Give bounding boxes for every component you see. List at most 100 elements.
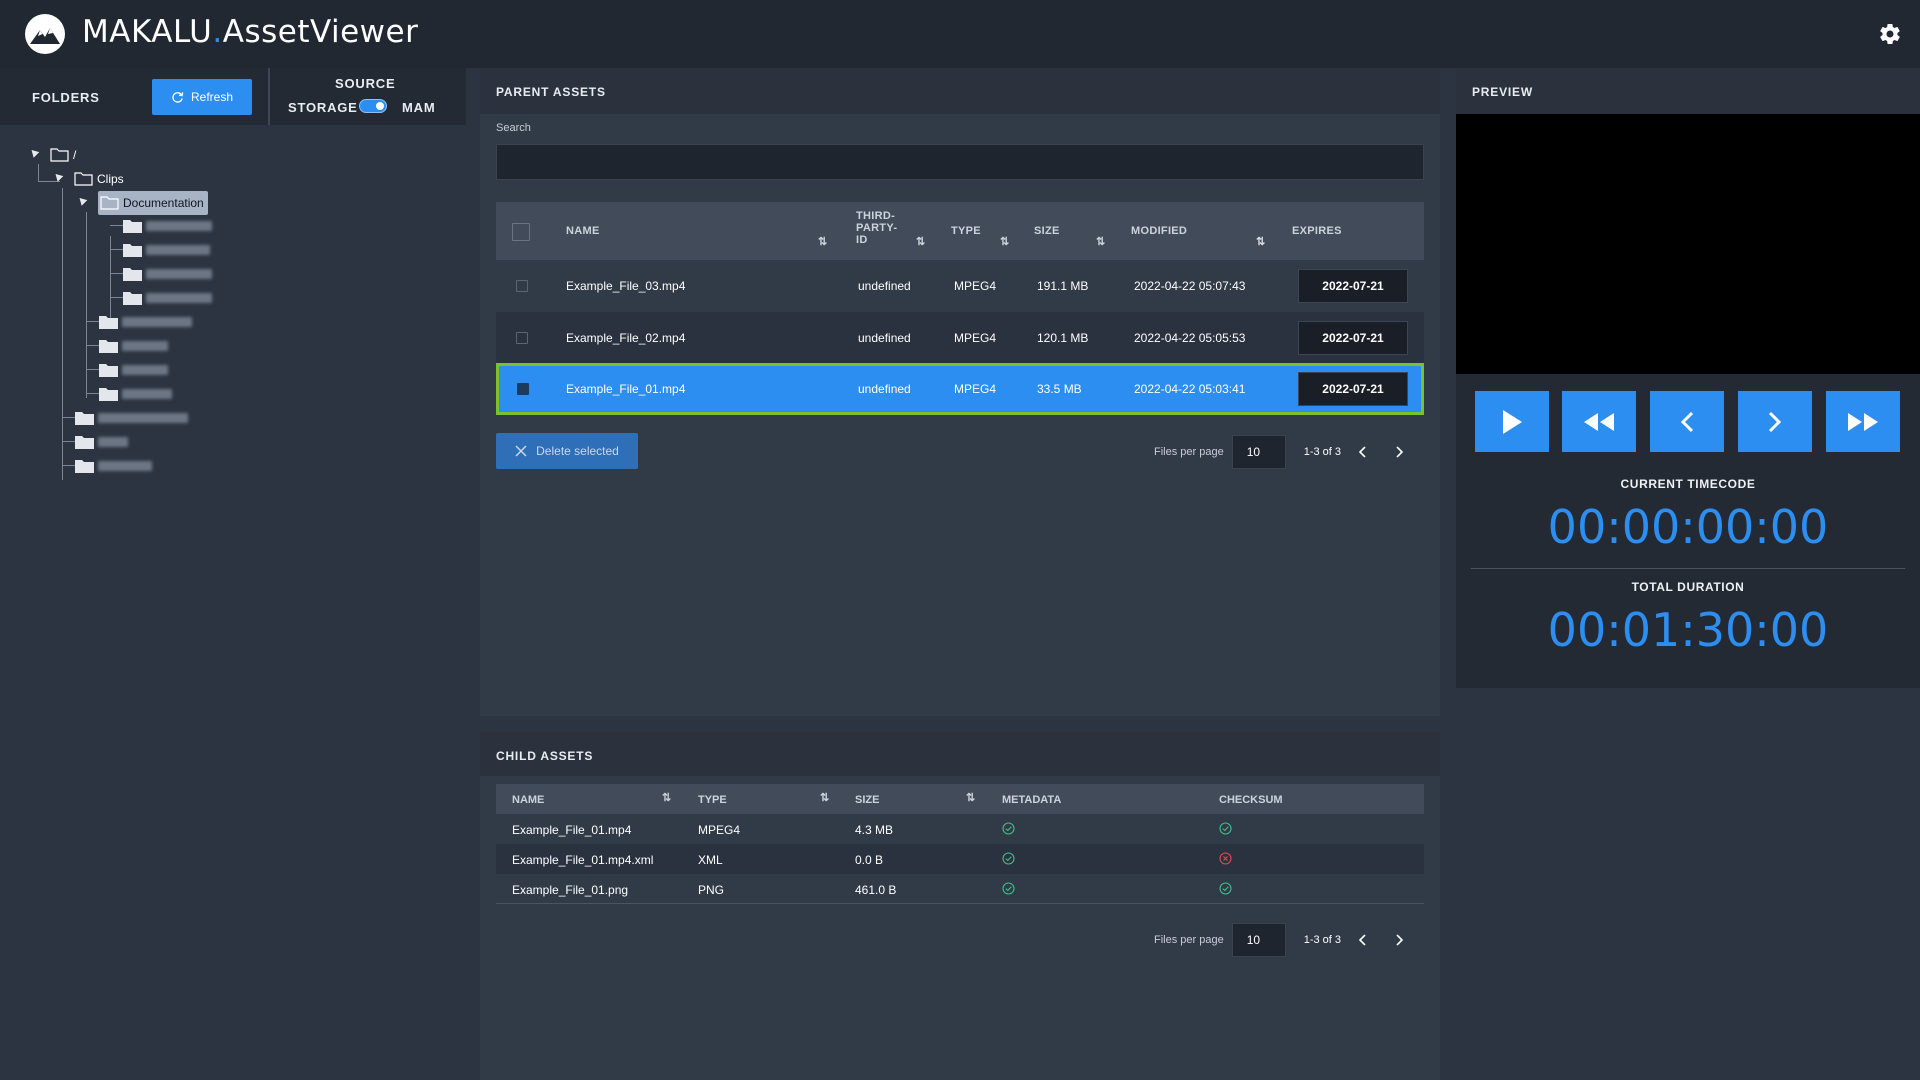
- page-range: 1-3 of 3: [1303, 446, 1342, 458]
- blurred-folder-name: [146, 245, 210, 255]
- expand-documentation-icon[interactable]: [76, 195, 88, 206]
- step-back-icon: [1680, 411, 1694, 432]
- source-toggle[interactable]: [359, 99, 387, 113]
- tree-node-folder[interactable]: [123, 265, 212, 283]
- col-size[interactable]: SIZE: [855, 794, 879, 806]
- tree-node-clips[interactable]: Clips: [74, 170, 124, 188]
- play-icon: [1503, 409, 1522, 434]
- metadata-ok-icon: [1002, 852, 1015, 865]
- tree-node-folder[interactable]: [99, 361, 168, 379]
- cell-third-party: undefined: [858, 331, 911, 345]
- child-row[interactable]: Example_File_01.mp4.xml XML 0.0 B: [496, 844, 1424, 874]
- fast-forward-button[interactable]: [1826, 391, 1900, 452]
- cell-name: Example_File_03.mp4: [566, 279, 686, 293]
- prev-page-icon[interactable]: [1357, 934, 1369, 946]
- col-name[interactable]: NAME: [566, 225, 600, 237]
- child-row[interactable]: Example_File_01.png PNG 461.0 B: [496, 874, 1424, 904]
- tree-line: [38, 164, 39, 182]
- next-page-icon[interactable]: [1393, 934, 1405, 946]
- cell-name: Example_File_01.png: [512, 883, 629, 897]
- tree-node-folder[interactable]: [99, 313, 192, 331]
- cell-modified: 2022-04-22 05:07:43: [1134, 279, 1246, 293]
- row-checkbox[interactable]: [517, 383, 529, 395]
- files-per-page-label: Files per page: [1154, 446, 1224, 458]
- tree-node-folder[interactable]: [99, 337, 168, 355]
- table-row-selected[interactable]: Example_File_01.mp4 undefined MPEG4 33.5…: [496, 363, 1424, 415]
- cell-type: MPEG4: [954, 382, 997, 396]
- tree-line: [110, 225, 123, 226]
- col-size[interactable]: SIZE: [1034, 225, 1060, 237]
- col-type[interactable]: TYPE: [698, 794, 727, 806]
- blurred-folder-name: [98, 461, 152, 471]
- search-input[interactable]: [496, 144, 1424, 180]
- storage-label: STORAGE: [288, 100, 358, 115]
- blurred-folder-name: [98, 413, 188, 423]
- tree-line: [110, 297, 123, 298]
- prev-page-icon[interactable]: [1357, 446, 1369, 458]
- col-modified[interactable]: MODIFIED: [1131, 225, 1187, 237]
- table-row[interactable]: Example_File_03.mp4 undefined MPEG4 191.…: [496, 260, 1424, 312]
- video-player[interactable]: [1456, 114, 1920, 374]
- select-all-checkbox[interactable]: [512, 223, 530, 241]
- tree-node-folder[interactable]: [75, 433, 128, 451]
- delete-selected-button[interactable]: Delete selected: [496, 433, 638, 469]
- files-per-page-input[interactable]: 10: [1231, 435, 1286, 469]
- expires-date-field[interactable]: 2022-07-21: [1298, 269, 1408, 303]
- total-duration: 00:01:30:00: [1547, 603, 1829, 657]
- expand-root-icon[interactable]: [28, 147, 40, 158]
- refresh-button[interactable]: Refresh: [152, 79, 252, 115]
- col-expires[interactable]: EXPIRES: [1292, 225, 1342, 237]
- folder-open-icon: [74, 172, 93, 186]
- folder-icon: [75, 412, 94, 425]
- col-name[interactable]: NAME: [512, 794, 544, 806]
- sort-name-icon[interactable]: ⇅: [662, 791, 671, 804]
- files-per-page-input[interactable]: 10: [1231, 923, 1286, 957]
- tree-node-folder[interactable]: [75, 409, 188, 427]
- expires-date-field[interactable]: 2022-07-21: [1298, 321, 1408, 355]
- tree-node-label: Documentation: [123, 196, 204, 210]
- child-assets-title: CHILD ASSETS: [496, 749, 594, 763]
- cell-name: Example_File_02.mp4: [566, 331, 686, 345]
- current-timecode: 00:00:00:00: [1547, 500, 1829, 554]
- sort-third-party-icon[interactable]: ⇅: [916, 235, 926, 248]
- tree-node-folder[interactable]: [99, 385, 172, 403]
- sort-size-icon[interactable]: ⇅: [966, 791, 975, 804]
- rewind-button[interactable]: [1562, 391, 1636, 452]
- step-back-button[interactable]: [1650, 391, 1724, 452]
- cell-third-party: undefined: [858, 382, 911, 396]
- tree-node-folder[interactable]: [123, 217, 212, 235]
- col-checksum[interactable]: CHECKSUM: [1219, 794, 1283, 806]
- row-checkbox[interactable]: [516, 332, 528, 344]
- step-forward-button[interactable]: [1738, 391, 1812, 452]
- settings-gear-icon[interactable]: [1878, 22, 1902, 46]
- checksum-ok-icon: [1219, 822, 1232, 835]
- row-checkbox[interactable]: [516, 280, 528, 292]
- col-metadata[interactable]: METADATA: [1002, 794, 1061, 806]
- sort-type-icon[interactable]: ⇅: [1000, 235, 1010, 248]
- next-page-icon[interactable]: [1393, 446, 1405, 458]
- app-title: MAKALU.AssetViewer: [82, 14, 419, 50]
- folder-icon: [99, 316, 118, 329]
- parent-assets-title: PARENT ASSETS: [496, 85, 606, 99]
- tree-node-folder[interactable]: [123, 241, 210, 259]
- sort-name-icon[interactable]: ⇅: [818, 235, 828, 248]
- cell-size: 191.1 MB: [1037, 279, 1089, 293]
- blurred-folder-name: [146, 293, 212, 303]
- sort-type-icon[interactable]: ⇅: [820, 791, 829, 804]
- sort-modified-icon[interactable]: ⇅: [1256, 235, 1266, 248]
- play-button[interactable]: [1475, 391, 1549, 452]
- sort-size-icon[interactable]: ⇅: [1096, 235, 1106, 248]
- expires-date-field[interactable]: 2022-07-21: [1298, 372, 1408, 406]
- tree-node-folder[interactable]: [123, 289, 212, 307]
- cell-size: 461.0 B: [855, 883, 897, 897]
- search-label: Search: [496, 122, 531, 134]
- col-type[interactable]: TYPE: [951, 225, 981, 237]
- table-row[interactable]: Example_File_02.mp4 undefined MPEG4 120.…: [496, 312, 1424, 364]
- col-third-party[interactable]: THIRD- PARTY- ID: [856, 210, 897, 246]
- child-row[interactable]: Example_File_01.mp4 MPEG4 4.3 MB: [496, 814, 1424, 844]
- checksum-ok-icon: [1219, 882, 1232, 895]
- tree-node-folder[interactable]: [75, 457, 152, 475]
- tree-node-documentation[interactable]: Documentation: [98, 191, 208, 215]
- tree-node-root[interactable]: /: [50, 146, 76, 164]
- blurred-folder-name: [98, 437, 128, 447]
